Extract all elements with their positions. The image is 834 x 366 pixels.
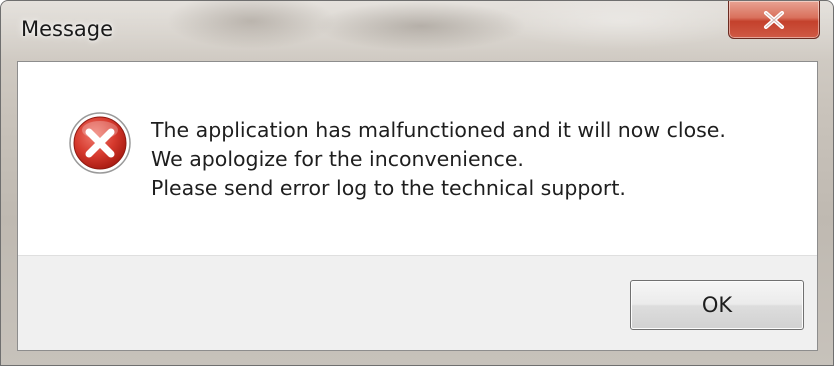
- close-icon: [763, 10, 785, 29]
- message-dialog-window: Message The application has malfunctione…: [0, 0, 834, 366]
- window-title: Message: [21, 17, 114, 41]
- dialog-content: The application has malfunctioned and it…: [18, 62, 817, 255]
- close-button[interactable]: [728, 1, 820, 39]
- message-line-3: Please send error log to the technical s…: [151, 176, 626, 200]
- ok-button[interactable]: OK: [630, 280, 804, 330]
- title-bar[interactable]: Message: [1, 1, 833, 59]
- error-icon: [68, 111, 132, 175]
- message-line-1: The application has malfunctioned and it…: [151, 118, 726, 142]
- error-message: The application has malfunctioned and it…: [151, 116, 726, 203]
- message-line-2: We apologize for the inconvenience.: [151, 147, 524, 171]
- dialog-client-area: The application has malfunctioned and it…: [17, 61, 818, 351]
